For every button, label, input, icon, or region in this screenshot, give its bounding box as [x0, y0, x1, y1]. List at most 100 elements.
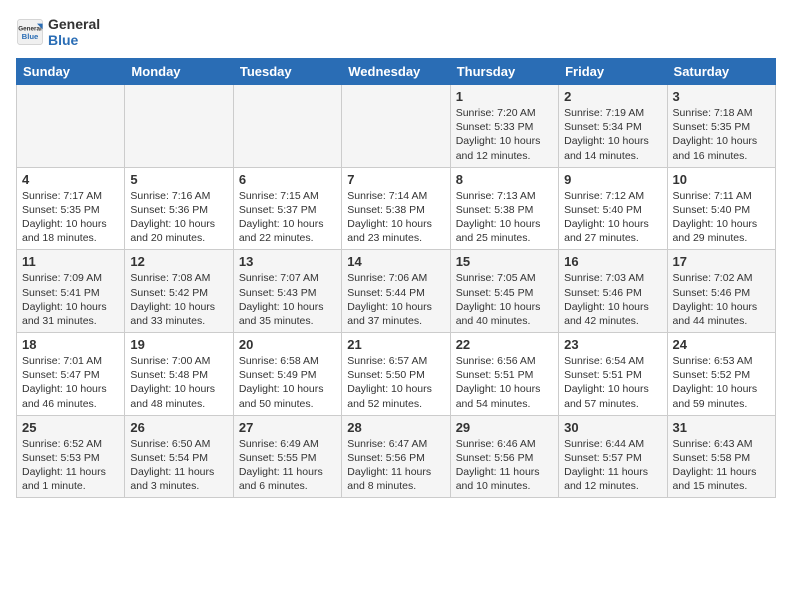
day-number: 21 [347, 337, 444, 352]
day-header-thursday: Thursday [450, 59, 558, 85]
day-number: 4 [22, 172, 119, 187]
day-detail: Sunrise: 6:56 AM Sunset: 5:51 PM Dayligh… [456, 355, 541, 410]
calendar-table: SundayMondayTuesdayWednesdayThursdayFrid… [16, 58, 776, 498]
day-detail: Sunrise: 7:03 AM Sunset: 5:46 PM Dayligh… [564, 272, 649, 327]
day-detail: Sunrise: 7:01 AM Sunset: 5:47 PM Dayligh… [22, 355, 107, 410]
day-detail: Sunrise: 6:52 AM Sunset: 5:53 PM Dayligh… [22, 438, 106, 493]
day-cell-25: 25 Sunrise: 6:52 AM Sunset: 5:53 PM Dayli… [17, 415, 125, 498]
day-number: 19 [130, 337, 227, 352]
day-cell-13: 13Sunrise: 7:07 AM Sunset: 5:43 PM Dayli… [233, 250, 341, 333]
day-number: 11 [22, 254, 119, 269]
logo: General Blue General Blue [16, 16, 100, 48]
day-number: 8 [456, 172, 553, 187]
day-cell-20: 20 Sunrise: 6:58 AM Sunset: 5:49 PM Dayli… [233, 333, 341, 416]
day-cell-27: 27 Sunrise: 6:49 AM Sunset: 5:55 PM Dayli… [233, 415, 341, 498]
logo-blue: Blue [48, 32, 100, 48]
day-number: 26 [130, 420, 227, 435]
day-header-sunday: Sunday [17, 59, 125, 85]
day-cell-24: 24Sunrise: 6:53 AM Sunset: 5:52 PM Dayli… [667, 333, 775, 416]
day-detail: Sunrise: 7:12 AM Sunset: 5:40 PM Dayligh… [564, 190, 649, 245]
day-header-wednesday: Wednesday [342, 59, 450, 85]
day-detail: Sunrise: 6:43 AM Sunset: 5:58 PM Dayligh… [673, 438, 757, 493]
day-detail: Sunrise: 6:49 AM Sunset: 5:55 PM Dayligh… [239, 438, 323, 493]
day-header-friday: Friday [559, 59, 667, 85]
day-number: 17 [673, 254, 770, 269]
day-number: 2 [564, 89, 661, 104]
day-number: 1 [456, 89, 553, 104]
day-number: 14 [347, 254, 444, 269]
logo-icon: General Blue [16, 18, 44, 46]
logo-general: General [48, 16, 100, 32]
day-cell-4: 4 Sunrise: 7:17 AM Sunset: 5:35 PM Daylig… [17, 167, 125, 250]
day-cell-1: 1Sunrise: 7:20 AM Sunset: 5:33 PM Daylig… [450, 85, 558, 168]
day-number: 31 [673, 420, 770, 435]
day-header-tuesday: Tuesday [233, 59, 341, 85]
day-detail: Sunrise: 7:15 AM Sunset: 5:37 PM Dayligh… [239, 190, 324, 245]
day-cell-19: 19Sunrise: 7:00 AM Sunset: 5:48 PM Dayli… [125, 333, 233, 416]
week-row-5: 25 Sunrise: 6:52 AM Sunset: 5:53 PM Dayli… [17, 415, 776, 498]
day-number: 28 [347, 420, 444, 435]
week-row-3: 11 Sunrise: 7:09 AM Sunset: 5:41 PM Dayli… [17, 250, 776, 333]
svg-text:Blue: Blue [22, 32, 39, 41]
week-row-1: 1Sunrise: 7:20 AM Sunset: 5:33 PM Daylig… [17, 85, 776, 168]
day-cell-21: 21 Sunrise: 6:57 AM Sunset: 5:50 PM Dayli… [342, 333, 450, 416]
day-cell-28: 28 Sunrise: 6:47 AM Sunset: 5:56 PM Dayli… [342, 415, 450, 498]
week-row-2: 4 Sunrise: 7:17 AM Sunset: 5:35 PM Daylig… [17, 167, 776, 250]
day-number: 25 [22, 420, 119, 435]
day-number: 15 [456, 254, 553, 269]
day-detail: Sunrise: 6:47 AM Sunset: 5:56 PM Dayligh… [347, 438, 431, 493]
day-cell-26: 26 Sunrise: 6:50 AM Sunset: 5:54 PM Dayli… [125, 415, 233, 498]
day-detail: Sunrise: 7:18 AM Sunset: 5:35 PM Dayligh… [673, 107, 758, 162]
day-cell-11: 11 Sunrise: 7:09 AM Sunset: 5:41 PM Dayli… [17, 250, 125, 333]
day-cell-14: 14 Sunrise: 7:06 AM Sunset: 5:44 PM Dayli… [342, 250, 450, 333]
days-header-row: SundayMondayTuesdayWednesdayThursdayFrid… [17, 59, 776, 85]
day-detail: Sunrise: 6:50 AM Sunset: 5:54 PM Dayligh… [130, 438, 214, 493]
day-cell-30: 30 Sunrise: 6:44 AM Sunset: 5:57 PM Dayli… [559, 415, 667, 498]
day-number: 12 [130, 254, 227, 269]
day-cell-29: 29 Sunrise: 6:46 AM Sunset: 5:56 PM Dayli… [450, 415, 558, 498]
day-detail: Sunrise: 7:09 AM Sunset: 5:41 PM Dayligh… [22, 272, 107, 327]
day-cell-22: 22 Sunrise: 6:56 AM Sunset: 5:51 PM Dayli… [450, 333, 558, 416]
day-detail: Sunrise: 7:06 AM Sunset: 5:44 PM Dayligh… [347, 272, 432, 327]
day-cell-16: 16 Sunrise: 7:03 AM Sunset: 5:46 PM Dayli… [559, 250, 667, 333]
day-cell-7: 7 Sunrise: 7:14 AM Sunset: 5:38 PM Daylig… [342, 167, 450, 250]
day-cell-23: 23 Sunrise: 6:54 AM Sunset: 5:51 PM Dayli… [559, 333, 667, 416]
empty-cell [342, 85, 450, 168]
page-header: General Blue General Blue [16, 16, 776, 48]
day-number: 13 [239, 254, 336, 269]
day-detail: Sunrise: 7:08 AM Sunset: 5:42 PM Dayligh… [130, 272, 215, 327]
day-cell-18: 18Sunrise: 7:01 AM Sunset: 5:47 PM Dayli… [17, 333, 125, 416]
day-detail: Sunrise: 7:13 AM Sunset: 5:38 PM Dayligh… [456, 190, 541, 245]
day-header-monday: Monday [125, 59, 233, 85]
day-cell-10: 10 Sunrise: 7:11 AM Sunset: 5:40 PM Dayli… [667, 167, 775, 250]
day-detail: Sunrise: 7:14 AM Sunset: 5:38 PM Dayligh… [347, 190, 432, 245]
day-cell-2: 2 Sunrise: 7:19 AM Sunset: 5:34 PM Daylig… [559, 85, 667, 168]
day-number: 27 [239, 420, 336, 435]
day-cell-8: 8 Sunrise: 7:13 AM Sunset: 5:38 PM Daylig… [450, 167, 558, 250]
day-detail: Sunrise: 6:57 AM Sunset: 5:50 PM Dayligh… [347, 355, 432, 410]
day-number: 10 [673, 172, 770, 187]
day-number: 29 [456, 420, 553, 435]
day-detail: Sunrise: 7:19 AM Sunset: 5:34 PM Dayligh… [564, 107, 649, 162]
day-number: 7 [347, 172, 444, 187]
day-detail: Sunrise: 6:44 AM Sunset: 5:57 PM Dayligh… [564, 438, 648, 493]
day-cell-6: 6Sunrise: 7:15 AM Sunset: 5:37 PM Daylig… [233, 167, 341, 250]
day-detail: Sunrise: 7:16 AM Sunset: 5:36 PM Dayligh… [130, 190, 215, 245]
week-row-4: 18Sunrise: 7:01 AM Sunset: 5:47 PM Dayli… [17, 333, 776, 416]
day-detail: Sunrise: 7:11 AM Sunset: 5:40 PM Dayligh… [673, 190, 758, 245]
day-number: 20 [239, 337, 336, 352]
day-number: 30 [564, 420, 661, 435]
day-number: 22 [456, 337, 553, 352]
day-detail: Sunrise: 6:54 AM Sunset: 5:51 PM Dayligh… [564, 355, 649, 410]
day-detail: Sunrise: 7:17 AM Sunset: 5:35 PM Dayligh… [22, 190, 107, 245]
day-number: 23 [564, 337, 661, 352]
day-cell-3: 3 Sunrise: 7:18 AM Sunset: 5:35 PM Daylig… [667, 85, 775, 168]
day-cell-5: 5Sunrise: 7:16 AM Sunset: 5:36 PM Daylig… [125, 167, 233, 250]
day-number: 3 [673, 89, 770, 104]
day-number: 9 [564, 172, 661, 187]
day-header-saturday: Saturday [667, 59, 775, 85]
day-detail: Sunrise: 6:58 AM Sunset: 5:49 PM Dayligh… [239, 355, 324, 410]
day-cell-9: 9 Sunrise: 7:12 AM Sunset: 5:40 PM Daylig… [559, 167, 667, 250]
day-number: 16 [564, 254, 661, 269]
day-detail: Sunrise: 6:46 AM Sunset: 5:56 PM Dayligh… [456, 438, 540, 493]
